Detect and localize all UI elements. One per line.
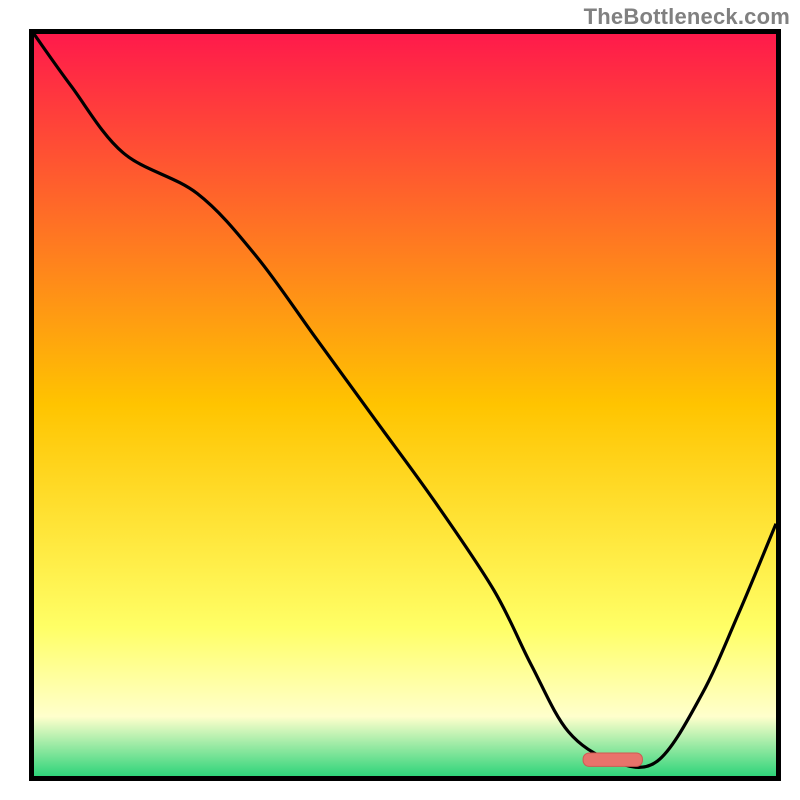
gradient-background [34,34,776,776]
chart-stage: TheBottleneck.com [0,0,800,800]
optimum-marker [583,753,642,766]
watermark-text: TheBottleneck.com [584,4,790,30]
plot-frame [29,29,781,781]
plot-svg [34,34,776,776]
